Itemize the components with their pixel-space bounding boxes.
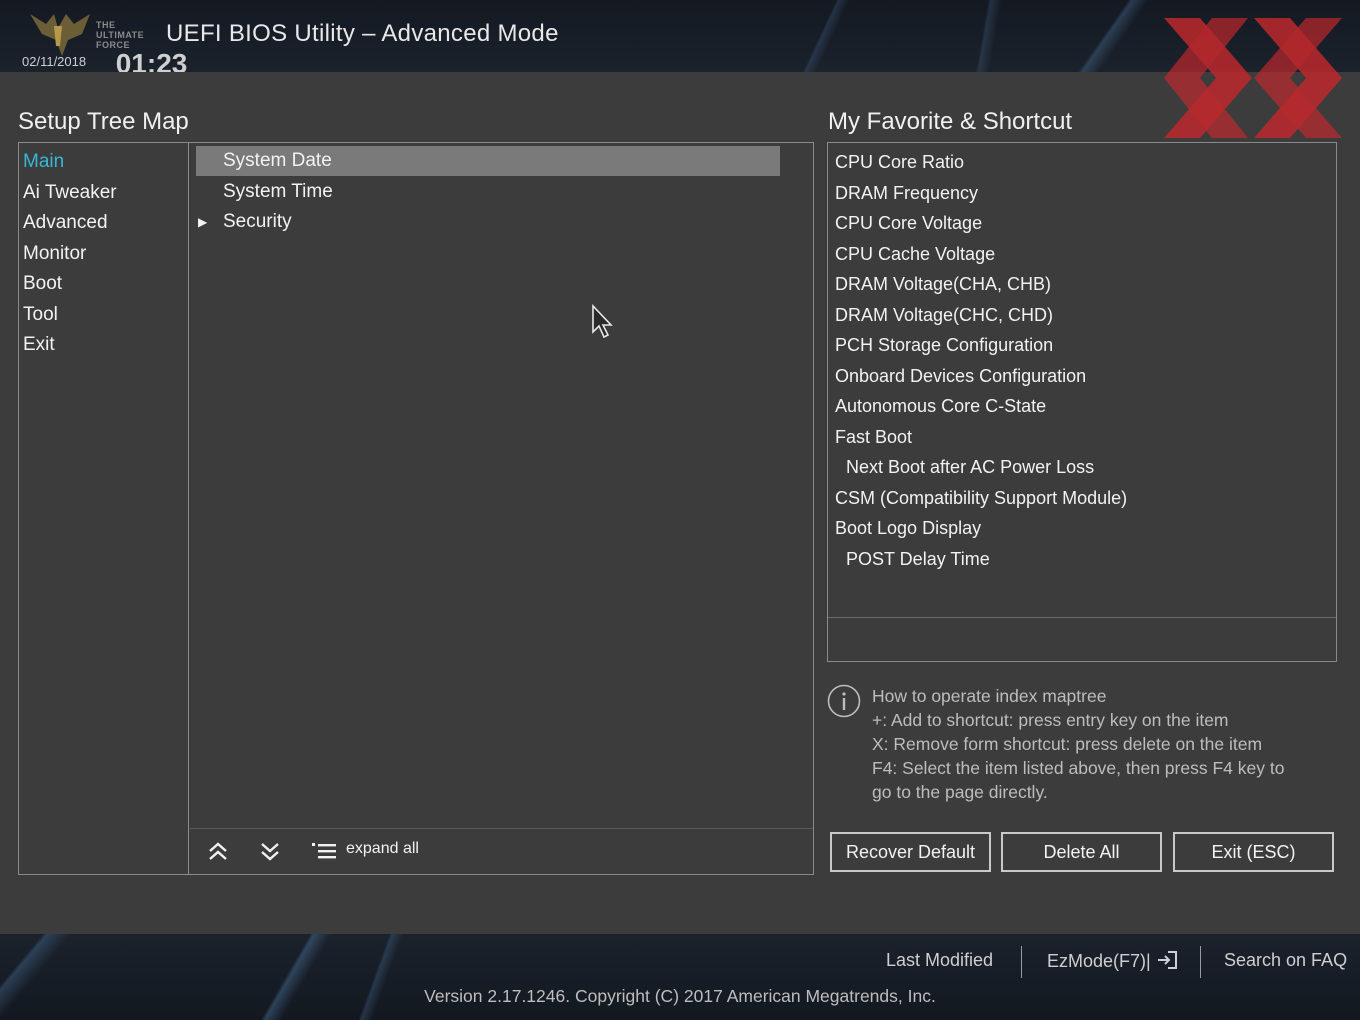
menu-item-tool[interactable]: Tool bbox=[23, 304, 58, 326]
tree-item-system-date[interactable]: System Date bbox=[196, 146, 780, 176]
expand-all-button[interactable]: expand all bbox=[346, 840, 419, 858]
delete-all-button[interactable]: Delete All bbox=[1001, 832, 1162, 872]
last-modified-button[interactable]: Last Modified bbox=[886, 950, 993, 971]
favorites-list: CPU Core Ratio DRAM Frequency CPU Core V… bbox=[828, 143, 1336, 618]
main-menu-list: Main Ai Tweaker Advanced Monitor Boot To… bbox=[19, 143, 189, 874]
menu-item-monitor[interactable]: Monitor bbox=[23, 243, 86, 265]
footer-divider bbox=[1021, 946, 1022, 978]
tree-item-label: Security bbox=[223, 211, 292, 232]
favorite-item[interactable]: Autonomous Core C-State bbox=[835, 396, 1046, 417]
favorite-item[interactable]: CPU Cache Voltage bbox=[835, 244, 995, 265]
favorite-item[interactable]: Boot Logo Display bbox=[835, 518, 981, 539]
tree-item-label: System Date bbox=[223, 150, 332, 171]
favorite-item[interactable]: CPU Core Voltage bbox=[835, 213, 982, 234]
setup-tree-map-title: Setup Tree Map bbox=[18, 108, 189, 135]
header-info-strip: 02/11/2018 01:23 bbox=[22, 50, 1142, 73]
xx-watermark-logo bbox=[1164, 18, 1342, 138]
time-readout: 01:23 bbox=[115, 48, 188, 73]
logo-text: THE ULTIMATE FORCE bbox=[96, 20, 145, 50]
list-icon[interactable] bbox=[310, 839, 338, 865]
ezmode-label: EzMode(F7)| bbox=[1047, 951, 1151, 971]
favorite-subitem[interactable]: POST Delay Time bbox=[846, 549, 990, 570]
tree-item-system-time[interactable]: System Time bbox=[196, 177, 780, 207]
favorite-item[interactable]: CPU Core Ratio bbox=[835, 152, 964, 173]
favorite-subitem[interactable]: Next Boot after AC Power Loss bbox=[846, 457, 1094, 478]
expand-arrow-icon[interactable]: ▶ bbox=[198, 207, 207, 237]
exit-arrow-icon bbox=[1157, 951, 1177, 969]
footer-bar: Last Modified EzMode(F7)| Search on FAQ … bbox=[0, 934, 1360, 1020]
tree-item-label: System Time bbox=[223, 181, 333, 202]
date-readout: 02/11/2018 bbox=[22, 54, 87, 69]
favorites-panel: CPU Core Ratio DRAM Frequency CPU Core V… bbox=[827, 142, 1337, 662]
main-area: Setup Tree Map Main Ai Tweaker Advanced … bbox=[0, 72, 1360, 934]
app-title: UEFI BIOS Utility – Advanced Mode bbox=[166, 20, 559, 47]
menu-item-advanced[interactable]: Advanced bbox=[23, 212, 108, 234]
favorite-item[interactable]: DRAM Frequency bbox=[835, 183, 978, 204]
tree-item-security[interactable]: ▶ Security bbox=[196, 207, 780, 237]
setup-tree-panel: Main Ai Tweaker Advanced Monitor Boot To… bbox=[18, 142, 814, 875]
double-chevron-down-icon[interactable] bbox=[258, 839, 282, 865]
help-text: How to operate index maptree +: Add to s… bbox=[872, 686, 1285, 802]
favorites-title: My Favorite & Shortcut bbox=[828, 108, 1073, 135]
version-text: Version 2.17.1246. Copyright (C) 2017 Am… bbox=[424, 986, 936, 1006]
favorite-item[interactable]: CSM (Compatibility Support Module) bbox=[835, 488, 1127, 509]
header-bar: THE ULTIMATE FORCE UEFI BIOS Utility – A… bbox=[0, 0, 1360, 72]
exit-button[interactable]: Exit (ESC) bbox=[1173, 832, 1334, 872]
ezmode-button[interactable]: EzMode(F7)| bbox=[1047, 950, 1178, 972]
tree-items-pane: System Date System Time ▶ Security expan… bbox=[190, 143, 813, 874]
double-chevron-up-icon[interactable] bbox=[206, 839, 230, 865]
menu-item-main[interactable]: Main bbox=[23, 151, 64, 173]
favorite-item[interactable]: Onboard Devices Configuration bbox=[835, 366, 1086, 387]
favorite-item[interactable]: DRAM Voltage(CHC, CHD) bbox=[835, 305, 1053, 326]
favorite-item[interactable]: PCH Storage Configuration bbox=[835, 335, 1053, 356]
favorite-item[interactable]: Fast Boot bbox=[835, 427, 912, 448]
mouse-pointer-icon bbox=[592, 304, 613, 339]
tree-toolbar: expand all bbox=[190, 828, 813, 874]
favorite-item[interactable]: DRAM Voltage(CHA, CHB) bbox=[835, 274, 1051, 295]
menu-item-ai-tweaker[interactable]: Ai Tweaker bbox=[23, 182, 117, 204]
search-faq-button[interactable]: Search on FAQ bbox=[1224, 950, 1347, 971]
recover-default-button[interactable]: Recover Default bbox=[830, 832, 991, 872]
menu-item-boot[interactable]: Boot bbox=[23, 273, 62, 295]
menu-item-exit[interactable]: Exit bbox=[23, 334, 55, 356]
footer-divider bbox=[1200, 946, 1201, 978]
info-icon bbox=[827, 684, 861, 718]
